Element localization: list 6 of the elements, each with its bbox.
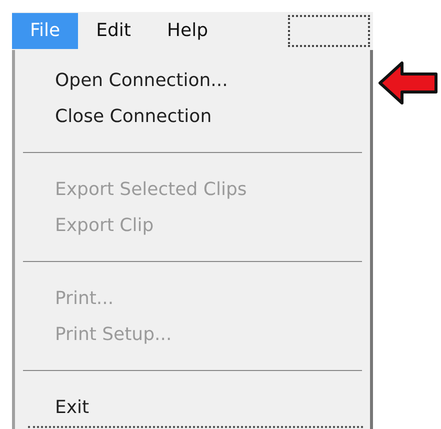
menu-item[interactable]: Close Connection [55, 102, 212, 130]
menu-item[interactable]: Exit [55, 394, 90, 420]
menu-bar-item[interactable]: Edit [78, 13, 149, 49]
menu-bar-item[interactable]: Help [148, 13, 226, 49]
arrow-icon [378, 60, 438, 106]
menu-item[interactable]: Open Connection... [55, 66, 228, 94]
